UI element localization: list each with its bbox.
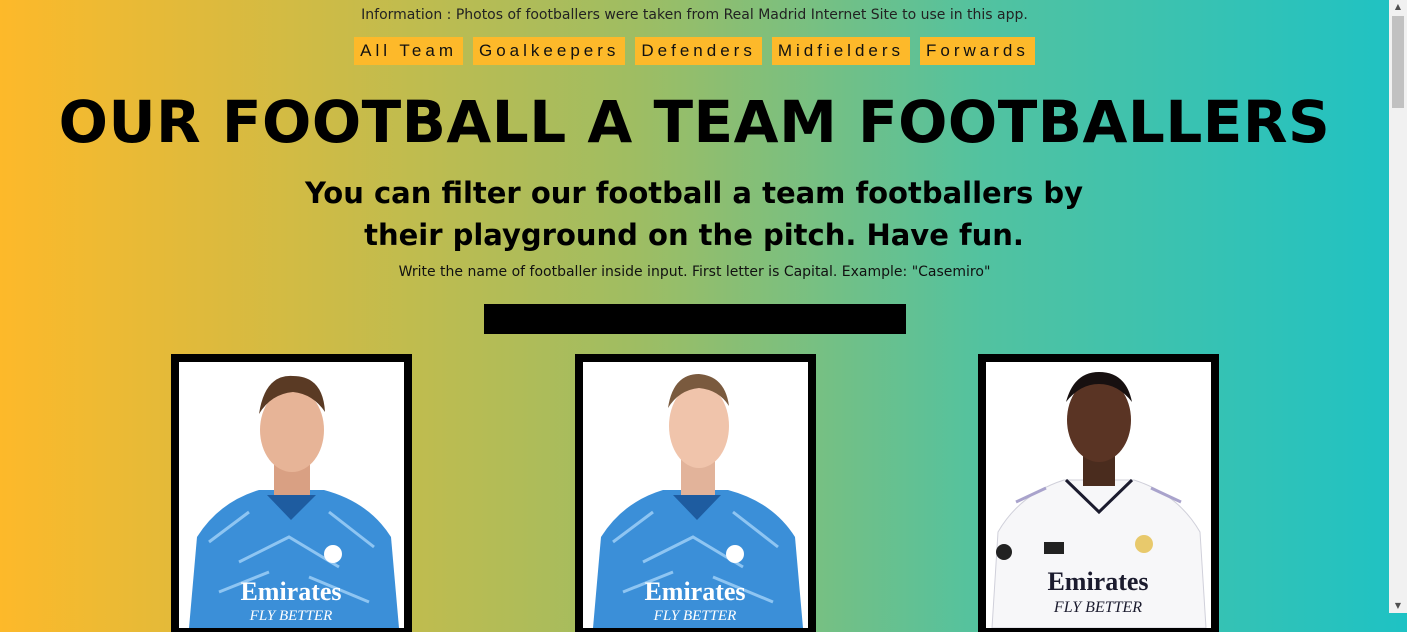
page-title: OUR FOOTBALL A TEAM FOOTBALLERS — [58, 88, 1331, 156]
scrollbar-thumb[interactable] — [1392, 16, 1404, 108]
player-photo: Emirates FLY BETTER — [986, 362, 1211, 628]
nav-forwards-button[interactable]: Forwards — [920, 37, 1035, 65]
sponsor-slogan: FLY BETTER — [1053, 599, 1142, 616]
sponsor-slogan: FLY BETTER — [653, 608, 737, 624]
player-photo: Emirates FLY BETTER — [583, 362, 808, 628]
sponsor-text: Emirates — [644, 577, 745, 606]
player-card[interactable]: Emirates FLY BETTER — [575, 354, 816, 632]
sponsor-text: Emirates — [1047, 567, 1148, 596]
sponsor-slogan: FLY BETTER — [249, 608, 333, 624]
sponsor-text: Emirates — [240, 577, 341, 606]
page: Information : Photos of footballers were… — [0, 0, 1389, 632]
vertical-scrollbar[interactable]: ▲ ▼ — [1389, 0, 1407, 613]
nav-all-team-button[interactable]: All Team — [354, 37, 463, 65]
player-card[interactable]: Emirates FLY BETTER — [171, 354, 412, 632]
page-subtitle: You can filter our football a team footb… — [304, 176, 1084, 252]
nav-goalkeepers-button[interactable]: Goalkeepers — [473, 37, 626, 65]
scroll-up-icon[interactable]: ▲ — [1389, 0, 1407, 14]
info-text: Information : Photos of footballers were… — [361, 7, 1028, 23]
footballer-search-input[interactable] — [484, 304, 906, 334]
position-filter-nav: All Team Goalkeepers Defenders Midfielde… — [0, 37, 1389, 65]
scroll-down-icon[interactable]: ▼ — [1389, 599, 1407, 613]
player-photo: Emirates FLY BETTER — [179, 362, 404, 628]
player-card[interactable]: Emirates FLY BETTER — [978, 354, 1219, 632]
nav-defenders-button[interactable]: Defenders — [635, 37, 762, 65]
nav-midfielders-button[interactable]: Midfielders — [771, 37, 911, 65]
search-hint: Write the name of footballer inside inpu… — [398, 264, 991, 280]
